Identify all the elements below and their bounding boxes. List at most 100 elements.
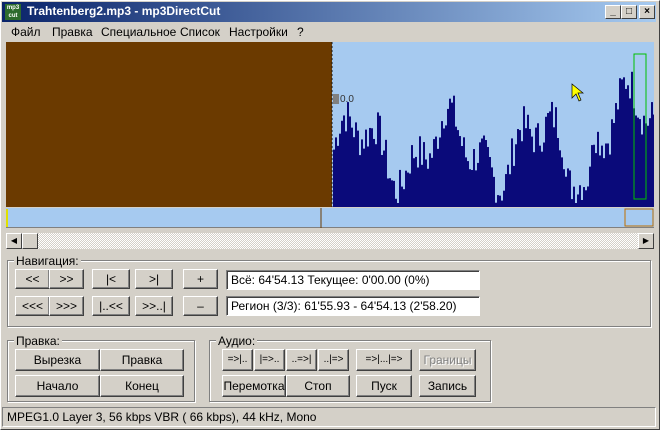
waveform-bar bbox=[387, 178, 389, 207]
waveform-bar bbox=[537, 123, 539, 207]
waveform-bar bbox=[407, 172, 409, 207]
waveform-bar bbox=[515, 144, 517, 207]
nav-forward-button[interactable]: >> bbox=[49, 269, 84, 289]
waveform-bar bbox=[461, 146, 463, 207]
waveform-bar bbox=[555, 107, 557, 207]
waveform-bar bbox=[525, 128, 527, 207]
play-to-button[interactable]: =>|.. bbox=[222, 349, 253, 371]
start-button[interactable]: Начало bbox=[15, 375, 100, 397]
play-from-cursor-button[interactable]: ..|=> bbox=[318, 349, 349, 371]
menu-file[interactable]: Файл bbox=[11, 25, 41, 39]
waveform-bar bbox=[433, 139, 435, 207]
waveform-bar bbox=[421, 164, 423, 207]
nav-region-end-button[interactable]: >>..| bbox=[135, 296, 173, 316]
mp3-icon[interactable]: mp3 cut bbox=[5, 4, 21, 20]
waveform-bar bbox=[335, 137, 337, 207]
played-region bbox=[6, 42, 332, 207]
nav-back-button[interactable]: << bbox=[15, 269, 50, 289]
rewind-button[interactable]: Перемотка bbox=[222, 375, 286, 397]
waveform-bar bbox=[511, 138, 513, 207]
waveform-bar bbox=[529, 128, 531, 207]
edit-label: Правка: bbox=[14, 334, 62, 348]
waveform-bar bbox=[439, 137, 441, 207]
scroll-right-icon[interactable]: ▶ bbox=[638, 233, 654, 249]
waveform-bar bbox=[393, 180, 395, 207]
window-title: Trahtenberg2.mp3 - mp3DirectCut bbox=[27, 4, 221, 18]
waveform-bar bbox=[519, 130, 521, 207]
cut-button[interactable]: Вырезка bbox=[15, 349, 100, 371]
edit-button[interactable]: Правка bbox=[100, 349, 184, 371]
menu-special[interactable]: Специальное bbox=[101, 25, 176, 39]
waveform-bar bbox=[469, 169, 471, 207]
waveform-bar bbox=[471, 169, 473, 207]
waveform-bar bbox=[611, 119, 613, 207]
nav-to-start-button[interactable]: |< bbox=[92, 269, 130, 289]
waveform-bar bbox=[607, 143, 609, 207]
waveform-bar bbox=[639, 119, 641, 207]
waveform-bar bbox=[395, 198, 397, 207]
play-to-cursor-button[interactable]: ..=>| bbox=[286, 349, 317, 371]
waveform-bar bbox=[359, 155, 361, 207]
play-region-button[interactable]: =>|...|=> bbox=[356, 349, 412, 371]
waveform-bar bbox=[405, 170, 407, 207]
level-label: 0.0 bbox=[340, 94, 354, 105]
menu-list[interactable]: Список bbox=[180, 25, 220, 39]
nav-fast-forward-button[interactable]: >>> bbox=[49, 296, 84, 316]
title-bar[interactable]: mp3 cut Trahtenberg2.mp3 - mp3DirectCut _… bbox=[2, 2, 656, 22]
waveform-bar bbox=[591, 145, 593, 207]
waveform-bar bbox=[339, 133, 341, 207]
close-button[interactable]: × bbox=[639, 5, 655, 19]
waveform-bar bbox=[351, 127, 353, 207]
waveform-svg[interactable] bbox=[6, 42, 654, 207]
waveform-bar bbox=[573, 186, 575, 207]
play-button[interactable]: Пуск bbox=[356, 375, 412, 397]
waveform-bar bbox=[567, 168, 569, 207]
end-button[interactable]: Конец bbox=[100, 375, 184, 397]
waveform-bar bbox=[337, 145, 339, 207]
navigation-label: Навигация: bbox=[14, 254, 81, 268]
maximize-button[interactable]: □ bbox=[621, 5, 637, 19]
nav-fast-back-button[interactable]: <<< bbox=[15, 296, 50, 316]
stop-button[interactable]: Стоп bbox=[286, 375, 350, 397]
scroll-thumb[interactable] bbox=[22, 233, 38, 249]
waveform-bar bbox=[485, 140, 487, 207]
waveform-bar bbox=[467, 161, 469, 207]
waveform-bar bbox=[551, 101, 553, 207]
play-from-button[interactable]: |=>.. bbox=[254, 349, 285, 371]
start-marker[interactable] bbox=[6, 209, 8, 227]
waveform-bar bbox=[615, 103, 617, 207]
menu-settings[interactable]: Настройки bbox=[229, 25, 288, 39]
menu-help[interactable]: ? bbox=[297, 25, 304, 39]
waveform-display[interactable]: 0.0 bbox=[6, 42, 654, 207]
timeline-bar[interactable] bbox=[6, 208, 654, 228]
nav-to-end-button[interactable]: >| bbox=[135, 269, 173, 289]
bounds-button[interactable]: Границы bbox=[419, 349, 476, 371]
waveform-bar bbox=[423, 142, 425, 207]
waveform-bar bbox=[397, 203, 399, 207]
waveform-bar bbox=[481, 138, 483, 207]
waveform-bar bbox=[435, 136, 437, 207]
waveform-bar bbox=[571, 199, 573, 207]
waveform-bar bbox=[593, 144, 595, 207]
waveform-bar bbox=[609, 154, 611, 207]
waveform-bar bbox=[653, 114, 654, 207]
level-handle[interactable] bbox=[333, 94, 339, 104]
menu-edit[interactable]: Правка bbox=[52, 25, 93, 39]
zoom-out-button[interactable]: – bbox=[183, 296, 218, 316]
region-time-field: Регион (3/3): 61'55.93 - 64'54.13 (2'58.… bbox=[226, 296, 480, 316]
horizontal-scrollbar[interactable]: ◀ ▶ bbox=[6, 233, 654, 249]
zoom-in-button[interactable]: + bbox=[183, 269, 218, 289]
navigation-group: Навигация: << >> |< >| + <<< >>> |..<< >… bbox=[7, 254, 651, 327]
waveform-bar bbox=[539, 145, 541, 207]
waveform-bar bbox=[629, 98, 631, 207]
record-button[interactable]: Запись bbox=[419, 375, 476, 397]
menu-bar: Файл Правка Специальное Список Настройки… bbox=[2, 22, 656, 41]
nav-region-start-button[interactable]: |..<< bbox=[92, 296, 130, 316]
waveform-bar bbox=[561, 157, 563, 207]
waveform-bar bbox=[459, 136, 461, 207]
scroll-left-icon[interactable]: ◀ bbox=[6, 233, 22, 249]
minimize-button[interactable]: _ bbox=[605, 5, 621, 19]
waveform-bar bbox=[381, 154, 383, 207]
waveform-bar bbox=[333, 149, 335, 207]
region-range[interactable] bbox=[624, 208, 654, 227]
